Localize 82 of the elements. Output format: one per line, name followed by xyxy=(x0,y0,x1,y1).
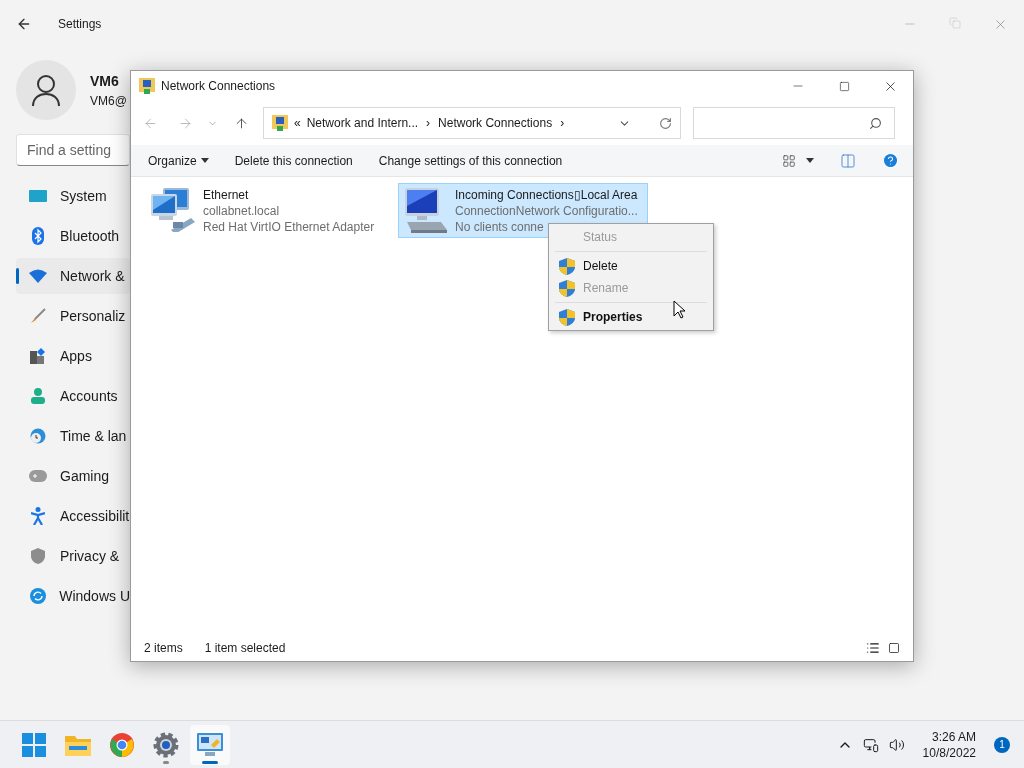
volume-icon[interactable] xyxy=(888,736,905,753)
item-count: 2 items xyxy=(144,640,183,657)
notification-badge[interactable]: 1 xyxy=(994,736,1010,753)
toolbar-button[interactable]: Delete this connection xyxy=(225,148,362,173)
shield-icon xyxy=(31,548,45,564)
large-icons-view-icon[interactable] xyxy=(888,642,900,654)
wifi-icon xyxy=(29,269,47,283)
caret-icon xyxy=(200,158,209,163)
folder-icon[interactable] xyxy=(65,733,91,756)
gear-icon[interactable] xyxy=(153,731,179,758)
nav-item[interactable]: Network & xyxy=(16,258,130,294)
running-indicator xyxy=(163,760,169,764)
person-icon xyxy=(31,74,61,106)
window-title: Settings xyxy=(58,16,102,33)
menu-item[interactable]: Properties xyxy=(551,306,711,328)
connection-detail: Red Hat VirtIO Ethernet Adapter xyxy=(203,219,375,235)
breadcrumb-item[interactable]: Network and Intern... xyxy=(306,114,419,132)
connection-item[interactable]: Ethernet collabnet.local Red Hat VirtIO Ethernet Adapter xyxy=(146,183,386,238)
connection-detail: Ethernet xyxy=(203,187,250,203)
breadcrumb-separator[interactable]: › xyxy=(560,114,565,132)
user-email: VM6@ xyxy=(90,92,127,110)
help-icon[interactable] xyxy=(882,152,899,169)
connection-detail: Incoming Connections▯Local Area xyxy=(455,187,638,203)
forward-icon[interactable] xyxy=(178,115,193,131)
person-icon xyxy=(31,388,45,404)
running-indicator xyxy=(202,760,218,764)
selection-count: 1 item selected xyxy=(204,640,286,657)
nav-item[interactable]: Windows U xyxy=(16,578,130,614)
windows-logo-icon[interactable] xyxy=(22,732,46,757)
maximize-icon xyxy=(838,80,850,92)
update-icon xyxy=(29,588,46,604)
accessibility-icon xyxy=(31,507,45,525)
nav-item[interactable]: Accessibilit xyxy=(16,498,130,534)
caret-icon[interactable] xyxy=(806,158,814,163)
clock[interactable]: 3:26 AM 10/8/2022 xyxy=(922,728,976,761)
nav-item[interactable]: Gaming xyxy=(16,458,130,494)
selection-indicator xyxy=(16,268,19,284)
mouse-cursor-icon xyxy=(673,300,685,319)
search-icon xyxy=(869,116,882,130)
shield-icon xyxy=(559,257,575,275)
toolbar-button[interactable]: Change settings of this connection xyxy=(369,148,572,173)
network-folder-icon xyxy=(139,78,155,94)
search-field[interactable]: Find a setting xyxy=(16,134,130,166)
preview-pane-icon[interactable] xyxy=(840,152,856,169)
breadcrumb-item[interactable]: Network Connections xyxy=(438,114,553,132)
nav-item[interactable]: Privacy & xyxy=(16,538,130,574)
window-title: Network Connections xyxy=(161,78,276,95)
shield-icon xyxy=(559,279,575,297)
apps-icon xyxy=(30,348,46,364)
toolbar-button[interactable]: Organize xyxy=(139,148,218,173)
nav-item[interactable]: Time & lan xyxy=(16,418,130,454)
breadcrumb-separator[interactable]: › xyxy=(426,114,431,132)
display-icon xyxy=(29,189,47,203)
network-folder-icon xyxy=(272,115,288,131)
refresh-icon[interactable] xyxy=(659,116,672,130)
change-view-icon[interactable] xyxy=(782,153,796,168)
up-icon[interactable] xyxy=(234,115,249,131)
user-name: VM6 xyxy=(90,71,120,91)
menu-item[interactable]: Delete xyxy=(551,255,711,277)
back-icon[interactable] xyxy=(16,16,32,32)
bluetooth-icon xyxy=(32,227,44,245)
nav-item[interactable]: Personaliz xyxy=(16,298,130,334)
connection-detail: collabnet.local xyxy=(203,203,281,219)
network-monitor-icon[interactable] xyxy=(197,732,223,757)
networked-computers-icon xyxy=(149,186,197,232)
chrome-icon[interactable] xyxy=(110,732,134,757)
overflow-chevrons[interactable]: « xyxy=(294,114,301,132)
taskbar-app[interactable] xyxy=(190,724,230,765)
connection-detail: ConnectionNetwork Configuratio... xyxy=(455,203,638,219)
network-icon[interactable] xyxy=(862,736,879,753)
connection-detail: No clients conne xyxy=(455,219,545,235)
gamepad-icon xyxy=(29,470,47,482)
nav-item[interactable]: Bluetooth xyxy=(16,218,130,254)
globe-clock-icon xyxy=(30,428,46,444)
details-view-icon[interactable] xyxy=(866,641,880,655)
nav-item[interactable]: System xyxy=(16,178,130,214)
nav-item[interactable]: Accounts xyxy=(16,378,130,414)
shield-icon xyxy=(559,308,575,326)
address-bar[interactable]: « Network and Intern... › Network Connections › xyxy=(263,107,681,139)
search-field[interactable] xyxy=(693,107,895,139)
nav-item[interactable]: Apps xyxy=(16,338,130,374)
brush-icon xyxy=(30,308,46,324)
